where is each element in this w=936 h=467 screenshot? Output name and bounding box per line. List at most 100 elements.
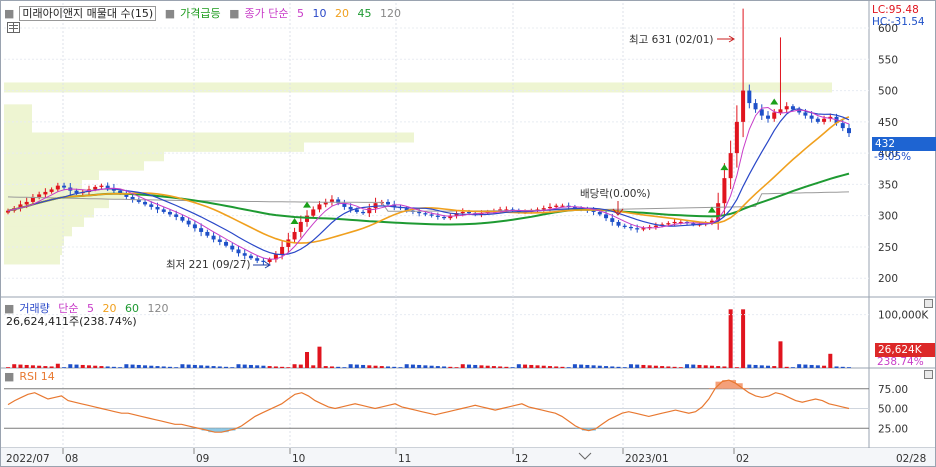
price-tick: 550 <box>878 54 898 66</box>
volume-bar <box>460 364 465 368</box>
volume-bar <box>130 364 135 368</box>
date-tick: 02 <box>736 453 749 465</box>
candle-body <box>610 218 615 222</box>
legend-ma10[interactable]: 10 <box>312 7 326 20</box>
candle-body <box>217 239 222 242</box>
volume-bar <box>828 353 833 368</box>
legend-ma20[interactable]: 20 <box>335 7 349 20</box>
candle-body <box>248 255 253 259</box>
candle-body <box>653 225 658 227</box>
low-annotation: 최저 221 (09/27) <box>166 259 251 271</box>
volume-bar <box>311 365 316 368</box>
volume-bar <box>6 367 10 368</box>
volume-bar <box>367 365 372 368</box>
candle-body <box>541 208 546 210</box>
volume-bar <box>242 364 247 368</box>
legend-ma45[interactable]: 45 <box>357 7 371 20</box>
volume-bar <box>74 364 79 368</box>
candle-body <box>292 231 297 240</box>
candle-body <box>192 224 197 229</box>
volume-ma120[interactable]: 120 <box>148 302 169 315</box>
chart-canvas[interactable]: 600550500450400350300250200최고 631 (02/01… <box>1 1 935 466</box>
volume-bar <box>174 367 179 368</box>
volume-profile-bar <box>4 104 32 115</box>
volume-bar <box>759 365 764 368</box>
candle-body <box>329 199 334 202</box>
candle-body <box>305 215 310 222</box>
candle-body <box>560 205 565 207</box>
volume-bar <box>99 366 104 368</box>
candle-body <box>261 260 266 262</box>
volume-bar <box>647 365 652 368</box>
current-change: -9.05% <box>874 151 912 163</box>
volume-bar <box>255 365 260 368</box>
candle-body <box>236 249 241 254</box>
date-tick: 10 <box>292 453 305 465</box>
volume-bar <box>834 366 839 368</box>
volume-bar <box>348 364 353 368</box>
volume-bar <box>280 366 285 368</box>
volume-bar <box>554 366 559 368</box>
volume-bar <box>404 364 409 368</box>
rsi-tick: 50.00 <box>878 404 908 416</box>
candle-body <box>149 204 154 207</box>
candle-body <box>591 210 596 212</box>
legend-ma120[interactable]: 120 <box>380 7 401 20</box>
candle-body <box>840 123 845 129</box>
volume-bar <box>136 364 141 368</box>
rsi-pane-button[interactable] <box>924 370 933 379</box>
date-tick: 08 <box>65 453 78 465</box>
volume-bar <box>68 364 73 368</box>
candle-body <box>772 112 777 119</box>
volume-bar <box>797 364 802 368</box>
volume-bar <box>111 366 116 368</box>
main-legend: ■ 미래아이앤지 매물대 수(15) ■ 가격급등 ■ 종가 단순 5 10 20 4… <box>4 6 401 21</box>
surge-arrow-icon <box>290 217 299 224</box>
volume-bar <box>398 367 403 368</box>
volume-bar <box>43 366 48 368</box>
volume-bar <box>572 364 577 368</box>
volume-bar <box>30 365 35 368</box>
date-tick: 09 <box>196 453 209 465</box>
rsi-title[interactable]: RSI 14 <box>19 370 54 383</box>
volume-bar <box>523 364 528 368</box>
candle-body <box>180 216 185 221</box>
volume-bar <box>585 364 590 368</box>
table-view-icon[interactable] <box>7 22 20 33</box>
volume-bar <box>809 364 814 368</box>
legend-title[interactable]: 미래아이앤지 매물대 수(15) <box>19 6 157 21</box>
volume-bar <box>429 365 434 368</box>
candle-body <box>429 214 434 216</box>
candle-body <box>55 185 60 190</box>
candle-body <box>298 221 303 232</box>
volume-bar <box>653 365 658 368</box>
candle-body <box>641 228 646 230</box>
volume-bar <box>591 365 596 368</box>
volume-bar <box>161 366 166 368</box>
candle-body <box>62 185 67 188</box>
candle-body <box>354 209 359 212</box>
legend-surge[interactable]: 가격급등 <box>180 7 220 20</box>
candle-body <box>728 153 733 179</box>
volume-bar <box>685 364 690 368</box>
legend-ma-title[interactable]: 종가 단순 <box>244 7 288 20</box>
volume-bar <box>248 364 253 368</box>
volume-bar <box>392 366 397 368</box>
volume-bar <box>747 364 752 368</box>
volume-bar <box>155 366 160 368</box>
volume-bar <box>386 366 391 368</box>
candle-body <box>809 115 814 119</box>
volume-profile-bar <box>4 170 99 181</box>
candle-body <box>155 206 160 210</box>
date-tick: 12 <box>515 453 528 465</box>
volume-bar <box>815 365 820 368</box>
candle-body <box>803 112 808 116</box>
volume-badge-pct: 238.74% <box>877 356 924 368</box>
volume-bar <box>361 364 366 368</box>
volume-pane-button[interactable] <box>924 299 933 308</box>
candle-body <box>311 209 316 216</box>
volume-bar <box>734 367 739 368</box>
legend-ma5[interactable]: 5 <box>297 7 304 20</box>
low-arrow-icon <box>253 261 271 269</box>
volume-bar <box>709 365 714 368</box>
